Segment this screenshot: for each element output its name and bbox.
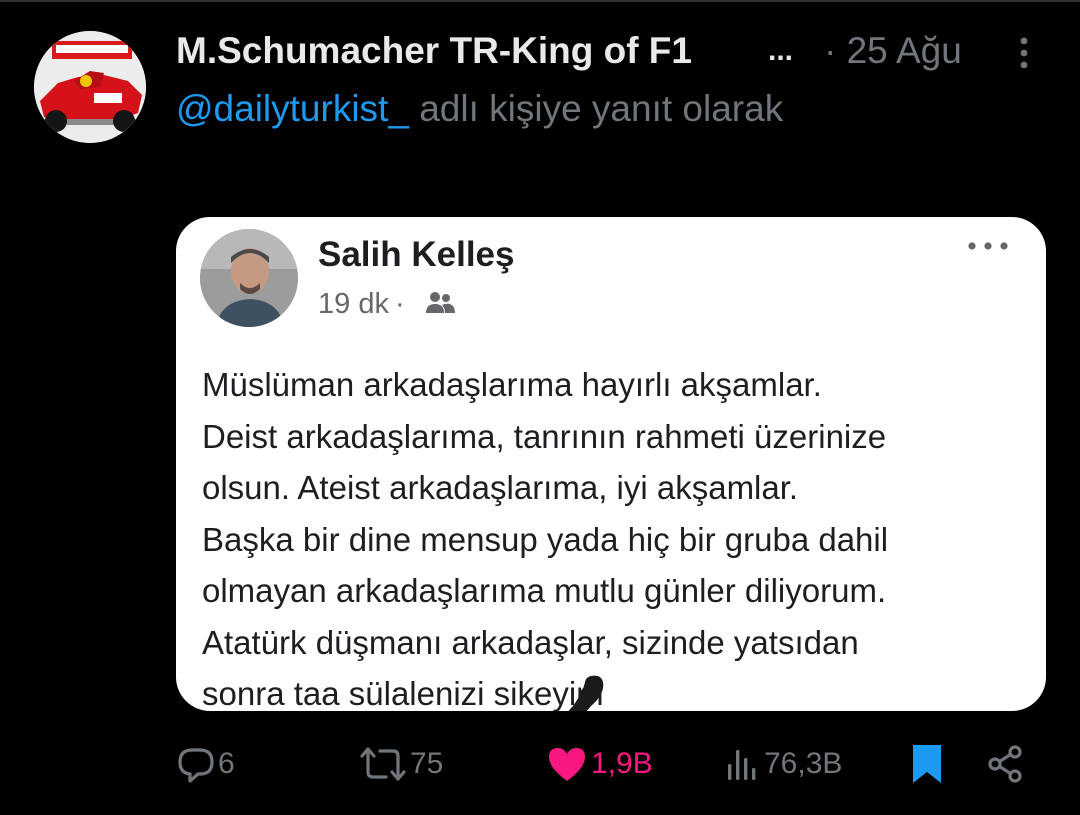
embedded-post-meta: 19 dk · (318, 287, 411, 321)
reply-context: @dailyturkist_ adlı kişiye yanıt olarak (176, 86, 783, 132)
tweet-header: M.Schumacher TR-King of F1 ... · 25 Ağu (176, 28, 1046, 78)
embedded-author-avatar (200, 229, 298, 327)
embedded-author-name: Salih Kelleş (318, 235, 515, 274)
retweet-icon (360, 747, 406, 781)
like-count: 1,9B (591, 747, 653, 780)
attached-image[interactable]: Salih Kelleş 19 dk · Müslüman arkadaşları… (176, 217, 1046, 711)
bookmark-icon (913, 745, 941, 783)
more-options-icon[interactable] (1012, 34, 1036, 72)
retweet-button[interactable]: 75 (358, 734, 443, 794)
embedded-post-text: Müslüman arkadaşlarıma hayırlı akşamlar.… (202, 366, 889, 711)
reply-to-handle[interactable]: @dailyturkist_ (176, 88, 409, 129)
name-truncation: ... (768, 34, 794, 67)
embedded-more-icon (968, 242, 1008, 250)
display-name[interactable]: M.Schumacher TR-King of F1 (176, 28, 692, 74)
like-button[interactable]: 1,9B (545, 734, 653, 794)
share-icon (988, 745, 1022, 783)
views-count: 76,3B (764, 747, 843, 780)
share-button[interactable] (985, 734, 1025, 794)
meta-separator: · (394, 288, 405, 320)
retweet-count: 75 (410, 747, 444, 780)
reply-count: 6 (218, 747, 235, 780)
censor-smudge (568, 675, 604, 711)
embedded-post-time: 19 dk (318, 288, 389, 320)
heart-icon (549, 748, 585, 781)
f1-car-avatar-image (34, 31, 146, 143)
post-date[interactable]: · 25 Ağu (824, 28, 962, 74)
person-photo-image (200, 229, 298, 327)
reply-icon (178, 748, 214, 783)
bookmark-button[interactable] (910, 734, 944, 794)
views-icon (728, 750, 756, 780)
avatar[interactable] (34, 31, 146, 143)
friends-icon (426, 292, 455, 313)
views-button[interactable]: 76,3B (722, 734, 842, 794)
reply-to-label: adlı kişiye yanıt olarak (408, 88, 784, 129)
top-divider (0, 0, 1080, 2)
tweet-actions: 6 75 1,9B 76,3B (0, 734, 1080, 794)
reply-button[interactable]: 6 (176, 734, 235, 794)
